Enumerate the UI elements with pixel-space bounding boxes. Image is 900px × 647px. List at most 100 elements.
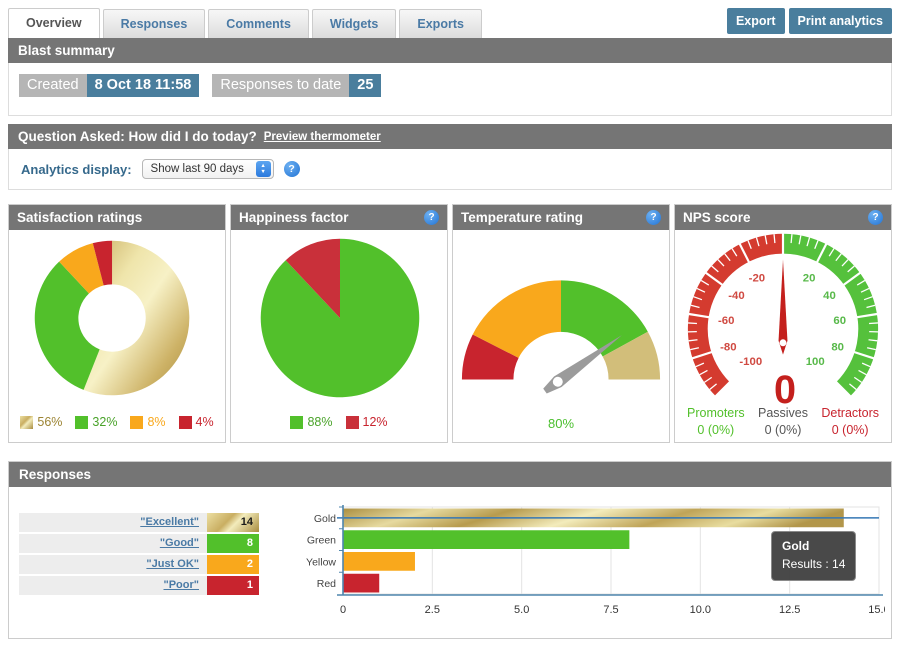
help-icon[interactable]: ? <box>424 210 439 225</box>
legend-item: 4% <box>179 415 214 429</box>
legend-item: 56% <box>20 415 62 429</box>
response-link[interactable]: "Just OK" <box>146 558 199 570</box>
chart-panels: Satisfaction ratings 56% 32% 8% 4% Happines… <box>8 204 892 443</box>
nps-footer-detractors: Detractors0 (0%) <box>821 406 879 437</box>
svg-text:-20: -20 <box>749 273 765 285</box>
nps-footer-passives: Passives0 (0%) <box>758 406 808 437</box>
temperature-gauge-chart <box>453 230 669 408</box>
select-stepper-icon: ▲▼ <box>256 161 271 177</box>
svg-text:0: 0 <box>774 368 796 406</box>
table-row: "Good"8 <box>19 534 259 553</box>
svg-text:2.5: 2.5 <box>425 604 440 616</box>
svg-text:80: 80 <box>831 342 844 354</box>
tab-exports[interactable]: Exports <box>399 9 482 38</box>
export-button[interactable]: Export <box>727 8 785 34</box>
responses-table: "Excellent" 14 "Good"8 "Just OK" 2 "Poor" 1 <box>19 513 259 624</box>
svg-text:-80: -80 <box>720 342 736 354</box>
svg-text:12.5: 12.5 <box>779 604 800 616</box>
response-link[interactable]: "Poor" <box>164 579 200 591</box>
legend-item: 8% <box>130 415 165 429</box>
legend-item: 12% <box>346 415 388 429</box>
analytics-display-label: Analytics display: <box>21 162 132 177</box>
help-icon[interactable]: ? <box>646 210 661 225</box>
top-actions: Export Print analytics <box>727 8 892 38</box>
analytics-display-row: Analytics display: Show last 90 days ▲▼ … <box>9 149 891 189</box>
bar-tooltip-text: Results : 14 <box>782 555 845 573</box>
responses-to-date-value: 25 <box>349 74 381 97</box>
blast-summary-title: Blast summary <box>18 43 115 58</box>
legend-item: 32% <box>75 415 117 429</box>
happiness-title: Happiness factor <box>239 210 349 225</box>
created-label: Created <box>19 74 87 97</box>
legend-label: 88% <box>307 415 332 429</box>
table-row: "Just OK" 2 <box>19 555 259 574</box>
legend-swatch <box>20 416 33 429</box>
satisfaction-title: Satisfaction ratings <box>17 210 142 225</box>
svg-text:5.0: 5.0 <box>514 604 529 616</box>
svg-text:60: 60 <box>833 315 846 327</box>
blast-summary-body: Created 8 Oct 18 11:58 Responses to date… <box>8 63 892 116</box>
svg-text:0: 0 <box>340 604 346 616</box>
legend-swatch <box>346 416 359 429</box>
response-count-cell: 1 <box>207 576 259 595</box>
legend-label: 32% <box>92 415 117 429</box>
satisfaction-donut-chart <box>9 230 225 408</box>
response-link[interactable]: "Good" <box>160 537 199 549</box>
response-label-cell: "Poor" <box>19 576 207 595</box>
table-row: "Excellent" 14 <box>19 513 259 532</box>
nps-panel: NPS score ? -20-40-60-80-100204060801000… <box>674 204 892 443</box>
tab-comments[interactable]: Comments <box>208 9 309 38</box>
tab-strip: OverviewResponsesCommentsWidgetsExports … <box>8 8 892 38</box>
satisfaction-panel: Satisfaction ratings 56% 32% 8% 4% <box>8 204 226 443</box>
temperature-value: 80% <box>548 416 574 431</box>
response-label-cell: "Excellent" <box>19 513 207 532</box>
analytics-range-select[interactable]: Show last 90 days ▲▼ <box>142 159 274 179</box>
responses-to-date-badge: Responses to date 25 <box>212 74 381 97</box>
nps-footer: Promoters0 (0%) Passives0 (0%) Detractors0… <box>675 406 891 437</box>
svg-text:-60: -60 <box>718 315 734 327</box>
legend-label: 12% <box>363 415 388 429</box>
svg-text:Gold: Gold <box>314 513 336 525</box>
nps-title: NPS score <box>683 210 751 225</box>
svg-text:-40: -40 <box>728 290 744 302</box>
print-analytics-button[interactable]: Print analytics <box>789 8 892 34</box>
question-title: Question Asked: How did I do today? <box>18 129 257 144</box>
legend-item: 88% <box>290 415 332 429</box>
nps-footer-promoters: Promoters0 (0%) <box>687 406 745 437</box>
tab-widgets[interactable]: Widgets <box>312 9 397 38</box>
legend-label: 4% <box>196 415 214 429</box>
question-header: Question Asked: How did I do today? Prev… <box>8 124 892 149</box>
created-value: 8 Oct 18 11:58 <box>87 74 200 97</box>
dashboard-page: OverviewResponsesCommentsWidgetsExports … <box>8 8 892 639</box>
responses-title: Responses <box>19 467 91 482</box>
temperature-title: Temperature rating <box>461 210 583 225</box>
svg-text:40: 40 <box>823 290 836 302</box>
legend-swatch <box>130 416 143 429</box>
svg-text:20: 20 <box>803 273 816 285</box>
legend-swatch <box>75 416 88 429</box>
happiness-panel: Happiness factor ? 88% 12% <box>230 204 448 443</box>
svg-text:-100: -100 <box>739 356 762 368</box>
blast-summary-section: Blast summary Created 8 Oct 18 11:58 Res… <box>8 38 892 116</box>
responses-body: "Excellent" 14 "Good"8 "Just OK" 2 "Poor" 1 0 2… <box>9 487 891 638</box>
question-section: Question Asked: How did I do today? Prev… <box>8 124 892 190</box>
response-label-cell: "Good" <box>19 534 207 553</box>
happiness-pie-chart <box>231 230 447 408</box>
responses-to-date-label: Responses to date <box>212 74 349 97</box>
legend-label: 56% <box>37 415 62 429</box>
svg-text:15.0: 15.0 <box>868 604 885 616</box>
preview-thermometer-link[interactable]: Preview thermometer <box>264 131 381 143</box>
help-icon[interactable]: ? <box>284 161 300 177</box>
satisfaction-legend: 56% 32% 8% 4% <box>20 415 213 429</box>
nps-gauge-chart: -20-40-60-80-100204060801000 <box>675 230 891 406</box>
temperature-panel: Temperature rating ? 80% <box>452 204 670 443</box>
bar-tooltip-title: Gold <box>782 537 845 555</box>
response-count-cell: 2 <box>207 555 259 574</box>
svg-text:10.0: 10.0 <box>690 604 711 616</box>
response-link[interactable]: "Excellent" <box>140 516 199 528</box>
tab-overview[interactable]: Overview <box>8 8 100 38</box>
response-count-cell: 14 <box>207 513 259 532</box>
help-icon[interactable]: ? <box>868 210 883 225</box>
svg-text:Yellow: Yellow <box>306 556 336 568</box>
tab-responses[interactable]: Responses <box>103 9 206 38</box>
